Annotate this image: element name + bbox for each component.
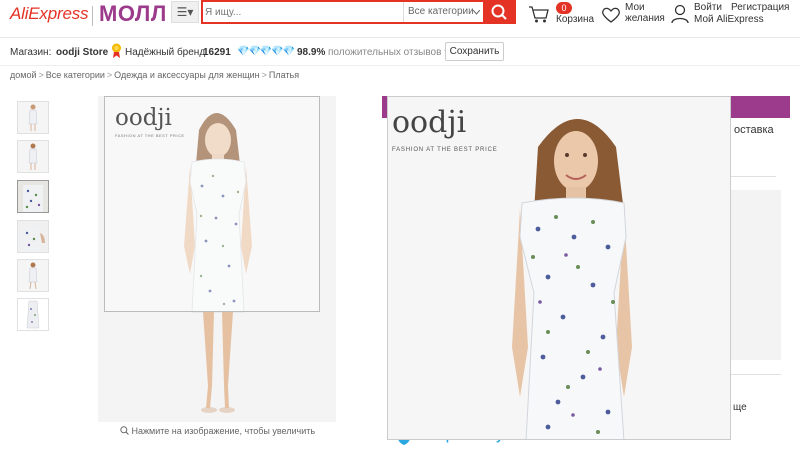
thumbnail-image[interactable] [17, 220, 49, 253]
search-bar: Все категории [201, 0, 516, 24]
search-icon [120, 426, 129, 435]
register-link[interactable]: Регистрация [731, 2, 789, 13]
medal-icon [112, 43, 121, 58]
login-link[interactable]: Войти [694, 2, 722, 13]
cart-link[interactable]: 0 Корзина [528, 2, 598, 30]
positive-rating: 98.9% [297, 47, 326, 58]
delivery-heading: оставка [734, 124, 774, 136]
search-input[interactable] [205, 4, 395, 20]
wishlist-label: Мои желания [625, 2, 665, 24]
trusted-brand-label: Надёжный бренд [125, 47, 206, 58]
options-panel [731, 190, 781, 360]
save-store-button[interactable]: Сохранить [445, 42, 504, 61]
cart-icon [529, 6, 549, 23]
cart-count-badge: 0 [556, 2, 572, 14]
zoom-hint-text: Нажмите на изображение, чтобы увеличить [131, 426, 316, 436]
divider [731, 374, 781, 375]
share-link[interactable]: ще [733, 402, 747, 413]
category-menu-button[interactable]: ☰▾ [171, 1, 199, 23]
mall-logo[interactable]: МОЛЛ [99, 1, 167, 27]
thumbnail-image[interactable] [17, 101, 49, 134]
breadcrumb-item-home[interactable]: домой [10, 70, 36, 80]
thumbnail-image[interactable] [17, 140, 49, 173]
diamond-rating-icon: 💎💎💎💎💎 [237, 46, 295, 57]
breadcrumb-separator: > [106, 70, 113, 80]
breadcrumb-item-dresses[interactable]: Платья [269, 70, 299, 80]
top-header: AliExpress МОЛЛ ☰▾ Все категории 0 Корзи… [0, 0, 800, 38]
store-label: Магазин: [10, 47, 52, 58]
brand-logo-zoomed: oodji [392, 105, 467, 140]
positive-rating-label[interactable]: положительных отзывов ▾ [328, 47, 449, 58]
search-button[interactable] [483, 0, 516, 24]
zoom-hint: Нажмите на изображение, чтобы увеличить [120, 426, 315, 436]
search-category-select[interactable]: Все категории [403, 2, 486, 22]
heart-icon [602, 7, 620, 23]
account-menu: Войти Регистрация Мой AliExpress [671, 2, 800, 30]
breadcrumb-separator: > [261, 70, 267, 80]
search-category-label: Все категории [408, 6, 474, 17]
breadcrumb-separator: > [38, 70, 44, 80]
store-info-bar: Магазин: oodji Store Надёжный бренд 1629… [0, 38, 800, 66]
user-icon [671, 4, 689, 24]
chevron-down-icon [473, 10, 480, 15]
store-name-link[interactable]: oodji Store [56, 47, 108, 58]
brand-tagline: FASHION AT THE BEST PRICE [115, 133, 185, 138]
store-score: 16291 [203, 47, 231, 58]
zoom-lens[interactable]: oodji FASHION AT THE BEST PRICE [104, 96, 320, 312]
breadcrumb-item-women-clothing[interactable]: Одежда и аксессуары для женщин [114, 70, 259, 80]
positive-rating-text: положительных отзывов [328, 47, 442, 58]
thumbnail-image[interactable] [17, 180, 49, 213]
my-aliexpress-link[interactable]: Мой AliExpress [694, 14, 764, 25]
thumbnail-image[interactable] [17, 298, 49, 331]
wishlist-link[interactable]: Мои желания [601, 2, 669, 30]
divider [731, 176, 776, 177]
aliexpress-logo[interactable]: AliExpress [10, 4, 89, 24]
logo-divider [92, 6, 93, 26]
cart-label: Корзина [556, 14, 595, 25]
breadcrumb: домой > Все категории > Одежда и аксессуары … [10, 70, 299, 80]
zoom-preview: oodji FASHION AT THE BEST PRICE [387, 96, 731, 440]
search-icon [491, 4, 507, 20]
thumbnail-image[interactable] [17, 259, 49, 292]
brand-tagline-zoomed: FASHION AT THE BEST PRICE [392, 147, 498, 153]
breadcrumb-item-all-categories[interactable]: Все категории [46, 70, 105, 80]
brand-logo: oodji [115, 105, 172, 131]
